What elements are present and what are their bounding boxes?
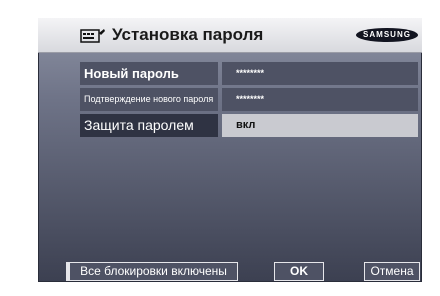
new-password-row[interactable]: Новый пароль ******** xyxy=(80,62,418,85)
password-setup-dialog: Установка пароля SAMSUNG Новый пароль **… xyxy=(38,18,422,282)
cancel-button[interactable]: Отмена xyxy=(364,262,420,281)
ok-button[interactable]: OK xyxy=(274,262,324,281)
new-password-field[interactable]: ******** xyxy=(222,62,418,85)
remote-control-icon xyxy=(80,29,105,43)
settings-list: Новый пароль ******** Подтверждение ново… xyxy=(80,62,418,140)
password-protection-row[interactable]: Защита паролем вкл xyxy=(80,114,418,137)
page-title: Установка пароля xyxy=(112,25,264,44)
password-protection-label: Защита паролем xyxy=(80,114,218,137)
all-locks-enabled-button[interactable]: Все блокировки включены xyxy=(66,262,238,281)
title-bar: Установка пароля SAMSUNG xyxy=(38,18,422,53)
confirm-password-row[interactable]: Подтверждение нового пароля ******** xyxy=(80,88,418,111)
new-password-label: Новый пароль xyxy=(80,62,218,85)
confirm-password-label: Подтверждение нового пароля xyxy=(80,88,218,111)
confirm-password-field[interactable]: ******** xyxy=(222,88,418,111)
samsung-logo: SAMSUNG xyxy=(356,28,418,42)
password-protection-value[interactable]: вкл xyxy=(222,114,418,137)
